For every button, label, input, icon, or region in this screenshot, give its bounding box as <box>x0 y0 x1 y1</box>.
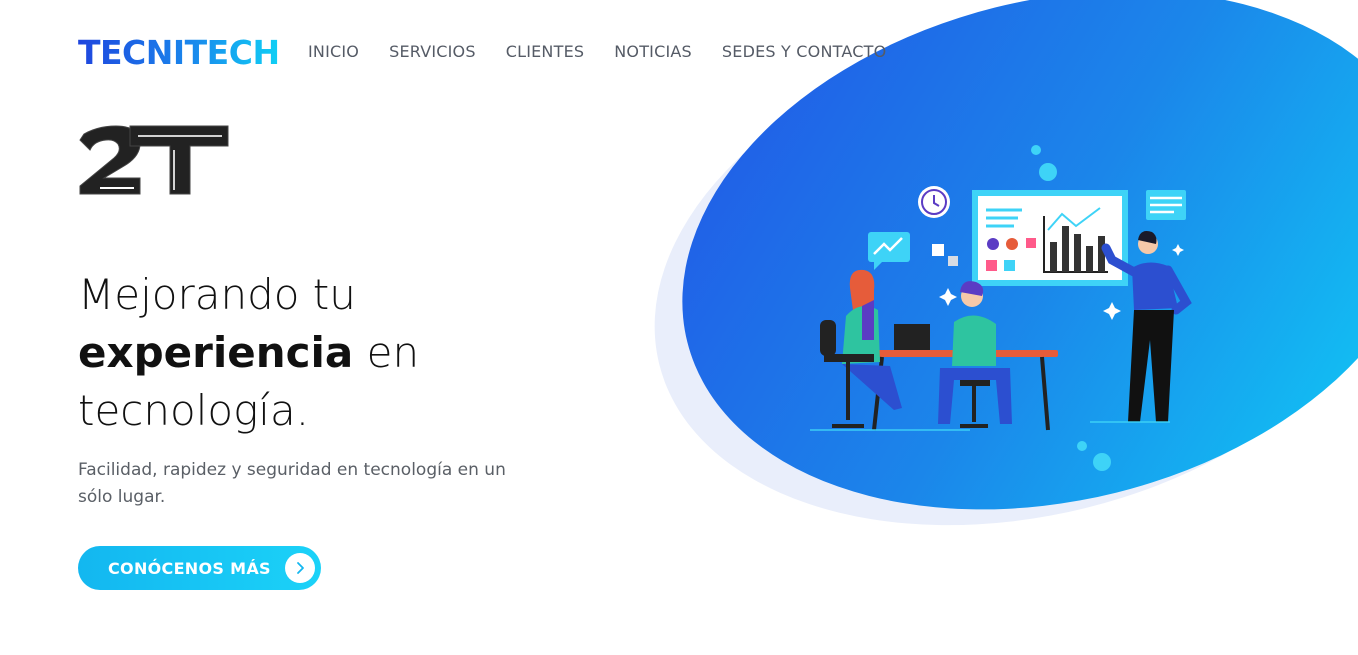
whiteboard-chart-icon <box>972 190 1128 286</box>
brand-logo[interactable]: TECNITECH <box>78 33 280 72</box>
presenter-person-icon <box>1101 231 1192 422</box>
woman-working-icon <box>820 269 902 428</box>
clock-icon <box>918 186 950 218</box>
headline-line-2: experiencia en <box>78 324 598 382</box>
2t-logo-mark <box>78 124 230 201</box>
decor-bubbles <box>1068 436 1118 476</box>
text-chat-bubble-icon <box>1146 190 1186 220</box>
main-nav: INICIO SERVICIOS CLIENTES NOTICIAS SEDES… <box>308 42 886 61</box>
team-working-illustration <box>790 140 1210 440</box>
headline-line-3: tecnología. <box>78 386 310 435</box>
headline-line-1: Mejorando tu <box>78 270 356 319</box>
cta-conocenos-button[interactable]: CONÓCENOS MÁS <box>78 546 321 590</box>
trend-chat-bubble-icon <box>868 232 910 270</box>
hero-subtitle: Facilidad, rapidez y seguridad en tecnol… <box>78 460 506 507</box>
nav-item-clientes[interactable]: CLIENTES <box>506 42 585 61</box>
nav-item-inicio[interactable]: INICIO <box>308 42 359 61</box>
nav-item-sedes-contacto[interactable]: SEDES Y CONTACTO <box>722 42 886 61</box>
nav-item-servicios[interactable]: SERVICIOS <box>389 42 476 61</box>
cta-label: CONÓCENOS MÁS <box>108 558 271 578</box>
nav-item-noticias[interactable]: NOTICIAS <box>614 42 692 61</box>
chevron-right-icon <box>285 553 315 583</box>
headline-line-2-rest: en <box>353 328 420 377</box>
headline-bold-word: experiencia <box>78 328 354 377</box>
hero-headline: Mejorando tu experiencia en tecnología. <box>78 266 598 440</box>
